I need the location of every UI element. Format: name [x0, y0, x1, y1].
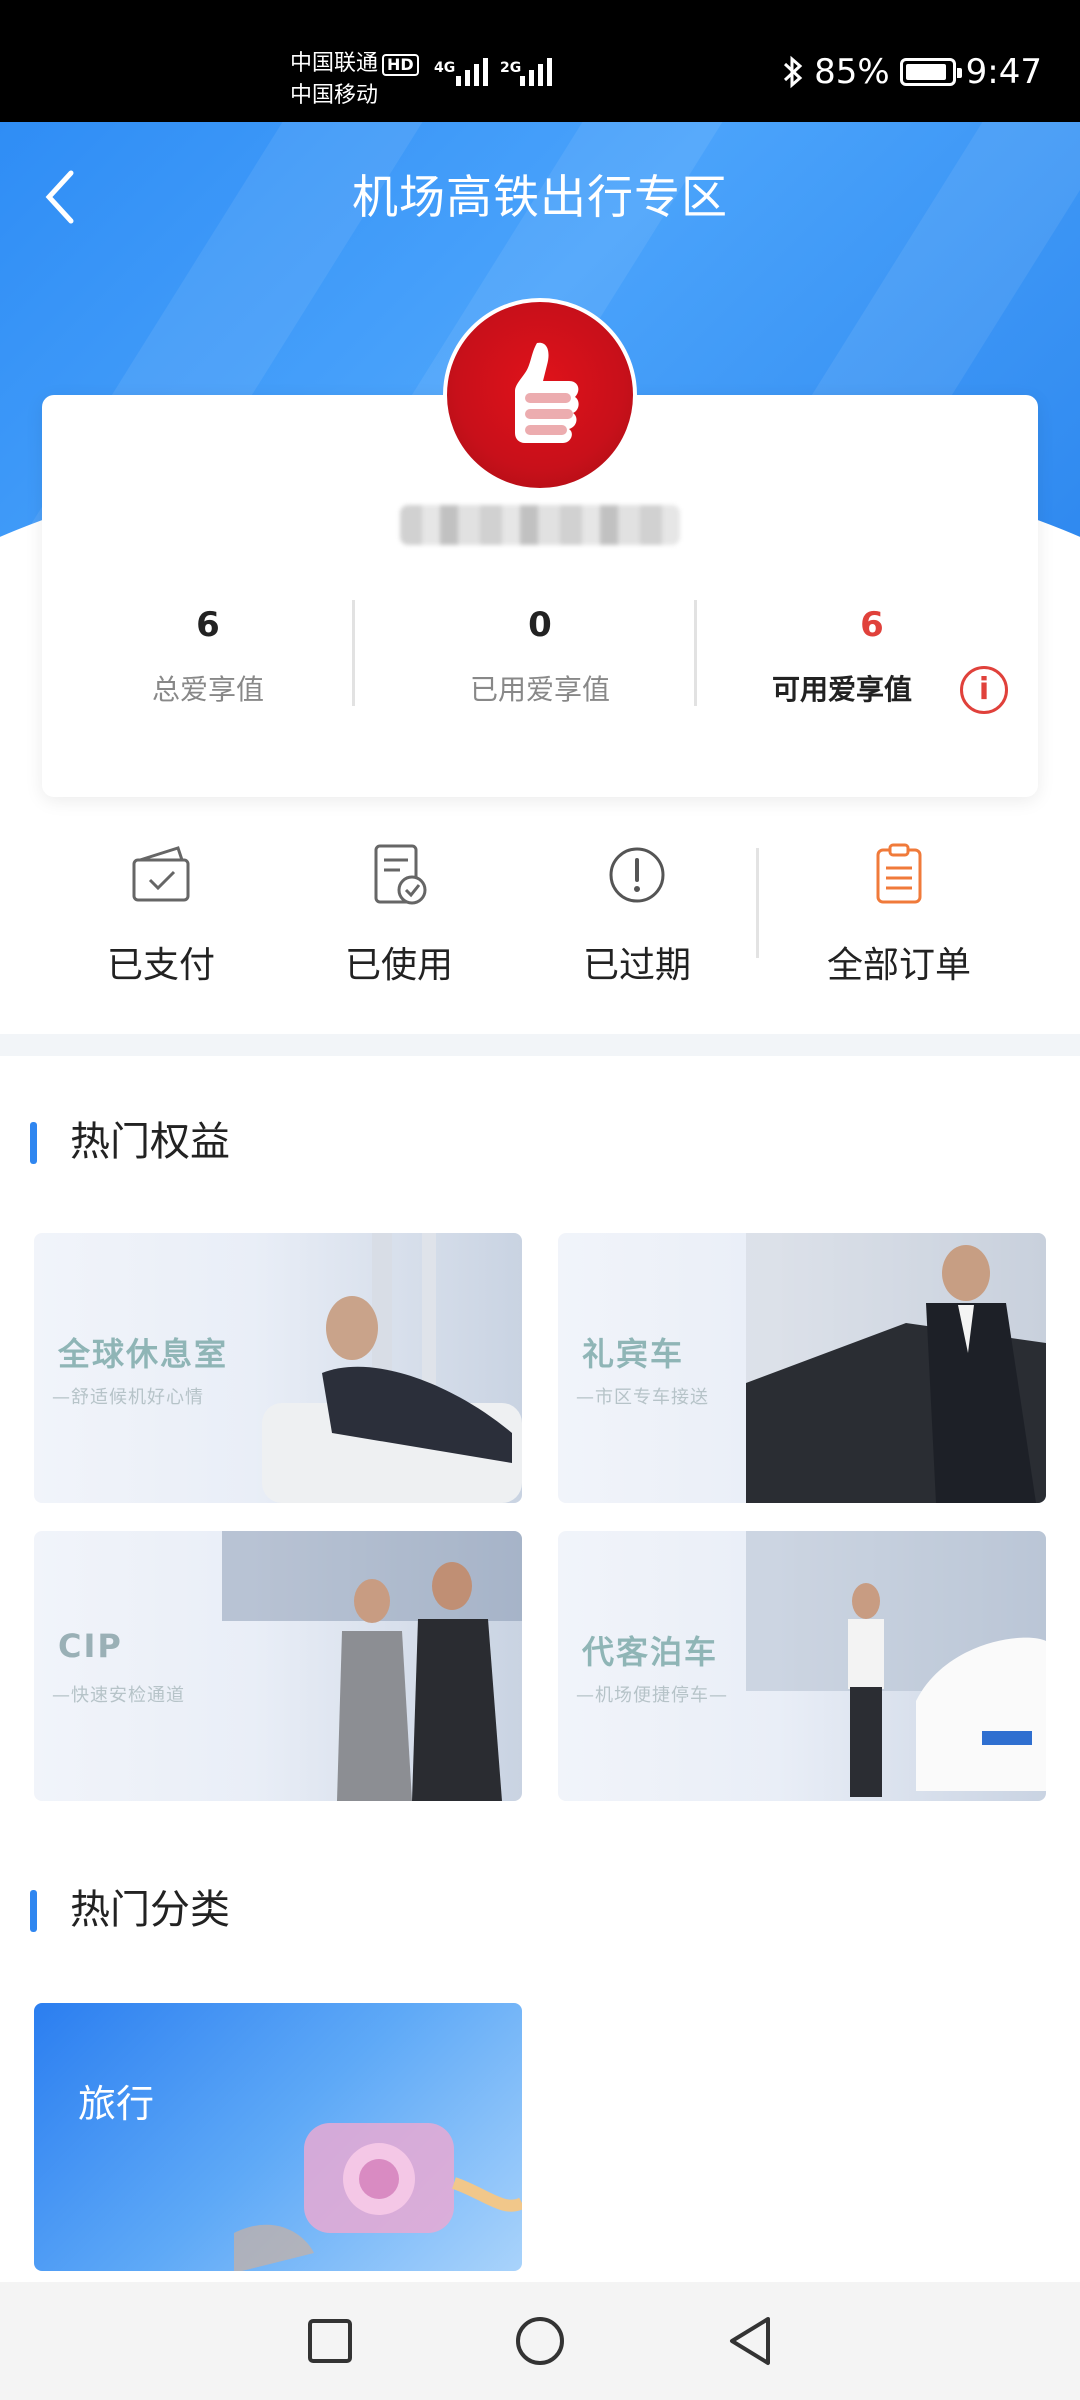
system-nav-bar — [0, 2282, 1080, 2400]
section-gap — [0, 1034, 1080, 1056]
order-all[interactable]: 全部订单 — [784, 840, 1014, 988]
valet-scene-image — [746, 1531, 1046, 1797]
network-type-1: 4G — [434, 60, 456, 76]
cip-scene-image — [222, 1531, 522, 1801]
stat-used: 0 已用爱享值 — [374, 600, 706, 710]
points-stats: 6 总爱享值 0 已用爱享值 6 可用爱享值 i — [42, 600, 1038, 714]
bluetooth-icon — [784, 55, 803, 89]
all-orders-clipboard-icon — [876, 843, 922, 904]
square-icon — [308, 2319, 352, 2363]
back-nav-button[interactable] — [720, 2311, 780, 2371]
triangle-back-icon — [730, 2317, 770, 2365]
hot-categories-title: 热门分类 — [30, 1880, 230, 1940]
benefit-valet-title: 代客泊车 — [582, 1633, 719, 1671]
circle-icon — [516, 2317, 564, 2365]
order-divider — [756, 848, 759, 958]
stat-total-label: 总爱享值 — [151, 673, 264, 706]
benefit-lounge-subtitle: —舒适候机好心情 — [52, 1387, 204, 1408]
stat-used-value: 0 — [528, 605, 552, 645]
benefit-lounge[interactable]: 全球休息室 —舒适候机好心情 — [34, 1233, 522, 1503]
order-shortcuts: 已支付 已使用 已过期 全部订单 — [0, 840, 1080, 1000]
stat-total: 6 总爱享值 — [42, 600, 374, 710]
benefit-cip[interactable]: CIP —快速安检通道 — [34, 1531, 522, 1801]
username-blurred — [400, 505, 680, 545]
clock: 9:47 — [965, 52, 1042, 92]
paid-wallet-icon — [132, 846, 190, 902]
order-expired[interactable]: 已过期 — [522, 840, 752, 988]
status-bar: 中国联通 HD 中国移动 4G 2G 85% 9:47 — [0, 0, 1080, 122]
stat-divider — [352, 600, 355, 706]
benefit-cip-subtitle: —快速安检通道 — [52, 1685, 185, 1706]
home-button[interactable] — [510, 2311, 570, 2371]
order-paid-label: 已支付 — [106, 945, 215, 986]
category-travel-label: 旅行 — [78, 2082, 155, 2126]
stat-used-label: 已用爱享值 — [469, 673, 610, 706]
status-right: 85% 9:47 — [782, 52, 1042, 92]
thumbs-up-icon — [515, 342, 579, 443]
info-icon[interactable]: i — [960, 666, 1008, 714]
stat-available: 6 可用爱享值 i — [706, 600, 1038, 714]
battery-percent: 85% — [814, 52, 890, 92]
limousine-scene-image — [746, 1233, 1046, 1503]
order-expired-label: 已过期 — [582, 945, 691, 986]
hot-benefits-title: 热门权益 — [30, 1112, 230, 1172]
benefit-lounge-title: 全球休息室 — [58, 1335, 229, 1373]
network-type-2: 2G — [500, 60, 522, 76]
camera-toy-image — [234, 2123, 522, 2271]
carrier-2: 中国移动 — [290, 83, 379, 108]
category-travel[interactable]: 旅行 — [34, 2003, 522, 2271]
benefit-limousine[interactable]: 礼宾车 —市区专车接送 — [558, 1233, 1046, 1503]
order-used-label: 已使用 — [344, 945, 453, 986]
order-all-label: 全部订单 — [826, 945, 971, 986]
order-paid[interactable]: 已支付 — [46, 840, 276, 988]
benefit-valet-subtitle: —机场便捷停车— — [576, 1685, 728, 1706]
benefit-valet-parking[interactable]: 代客泊车 —机场便捷停车— — [558, 1531, 1046, 1801]
signal-icon-2 — [520, 58, 552, 86]
used-document-icon — [374, 844, 427, 905]
carrier-1: 中国联通 — [290, 51, 379, 76]
signal-icon-1 — [456, 58, 488, 86]
recent-apps-button[interactable] — [300, 2311, 360, 2371]
benefit-limousine-title: 礼宾车 — [582, 1335, 685, 1373]
battery-icon — [899, 58, 962, 86]
page-title: 机场高铁出行专区 — [352, 170, 728, 224]
benefit-limousine-subtitle: —市区专车接送 — [576, 1387, 709, 1408]
carrier-info: 中国联通 HD 中国移动 — [290, 48, 419, 112]
benefit-cip-title: CIP — [58, 1627, 123, 1665]
avatar — [443, 298, 637, 492]
stat-divider — [694, 600, 697, 706]
order-used[interactable]: 已使用 — [284, 840, 514, 988]
stat-available-label: 可用爱享值 — [771, 673, 912, 706]
lounge-scene-image — [262, 1233, 522, 1503]
stat-total-value: 6 — [196, 605, 220, 645]
hd-badge: HD — [382, 54, 419, 76]
stat-available-value: 6 — [860, 605, 884, 645]
expired-alert-icon — [609, 847, 665, 903]
